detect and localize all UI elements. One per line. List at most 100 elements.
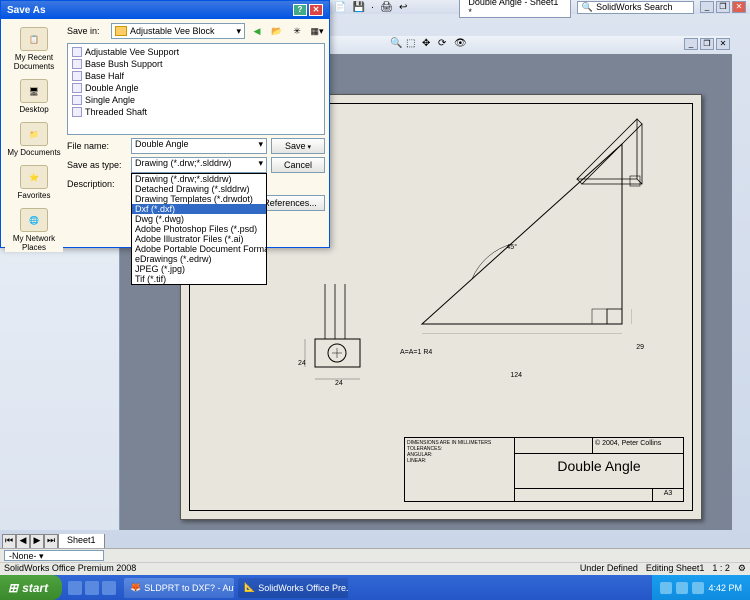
chevron-down-icon: ▾ [258, 139, 263, 150]
ql-icon[interactable] [68, 581, 82, 595]
dimension: 124 [510, 372, 522, 379]
file-icon [72, 71, 82, 81]
list-item[interactable]: Base Half [70, 70, 322, 82]
file-list[interactable]: Adjustable Vee Support Base Bush Support… [67, 43, 325, 135]
filename-input[interactable]: Double Angle▾ [131, 138, 267, 154]
save-in-value: Adjustable Vee Block [130, 26, 215, 36]
savetype-option[interactable]: Detached Drawing (*.slddrw) [132, 184, 266, 194]
close-button[interactable]: ✕ [732, 1, 746, 13]
dialog-title: Save As [7, 5, 46, 16]
search-input[interactable]: 🔍 SolidWorks Search [577, 1, 694, 14]
documents-icon: 📁 [20, 122, 48, 146]
dialog-titlebar[interactable]: Save As ? ✕ [1, 1, 329, 19]
doc-minimize-button[interactable]: _ [684, 38, 698, 50]
dialog-close-button[interactable]: ✕ [309, 4, 323, 16]
minimize-button[interactable]: _ [700, 1, 714, 13]
chevron-down-icon: ▾ [258, 158, 263, 169]
place-desktop[interactable]: 🖥Desktop [19, 79, 48, 114]
windows-logo-icon: ⊞ [8, 581, 18, 595]
savetype-option[interactable]: Adobe Illustrator Files (*.ai) [132, 234, 266, 244]
toolbar-sep: · [371, 2, 374, 13]
place-mydocs[interactable]: 📁My Documents [7, 122, 60, 157]
pan-icon[interactable]: ✥ [422, 38, 434, 50]
toolbar-icon[interactable]: 📄 [334, 2, 346, 13]
maximize-button[interactable]: ❐ [716, 1, 730, 13]
savetype-option[interactable]: eDrawings (*.edrw) [132, 254, 266, 264]
status-icon[interactable]: ⚙ [738, 563, 746, 575]
file-icon [72, 59, 82, 69]
back-button[interactable]: ◀ [249, 23, 265, 39]
recent-icon: 📋 [20, 27, 48, 51]
drawing-view-detail [290, 284, 390, 394]
document-tab[interactable]: Double Angle - Sheet1 * [459, 0, 571, 18]
savetype-label: Save as type: [67, 160, 127, 170]
search-placeholder: SolidWorks Search [596, 2, 672, 12]
save-as-dialog: Save As ? ✕ 📋My Recent Documents 🖥Deskto… [0, 0, 330, 248]
place-network[interactable]: 🌐My Network Places [5, 208, 63, 252]
save-in-combo[interactable]: Adjustable Vee Block ▾ [111, 23, 245, 39]
status-bar-1: -None- ▾ [0, 548, 750, 562]
place-favorites[interactable]: ⭐Favorites [18, 165, 51, 200]
list-item[interactable]: Base Bush Support [70, 58, 322, 70]
new-folder-button[interactable]: ✳ [289, 23, 305, 39]
ql-icon[interactable] [102, 581, 116, 595]
status-editing: Editing Sheet1 [646, 563, 705, 575]
dimension: 29 [636, 344, 644, 351]
up-button[interactable]: 📂 [269, 23, 285, 39]
savetype-dropdown: Drawing (*.drw;*.slddrw)Detached Drawing… [131, 173, 267, 285]
savetype-option[interactable]: Dxf (*.dxf) [132, 204, 266, 214]
toolbar-icon[interactable]: 🖨 [380, 2, 393, 13]
view-toolbar: 🔍 ⬚ ✥ ⟳ 👁 _ ❐ ✕ [330, 36, 730, 52]
savetype-option[interactable]: JPEG (*.jpg) [132, 264, 266, 274]
toolbar-icon[interactable]: ↩ [399, 2, 407, 13]
dimension: 24 [298, 360, 306, 367]
doc-maximize-button[interactable]: ❐ [700, 38, 714, 50]
status-scale: 1 : 2 [712, 563, 730, 575]
zoom-area-icon[interactable]: ⬚ [406, 38, 418, 50]
clock[interactable]: 4:42 PM [708, 583, 742, 593]
savetype-option[interactable]: Drawing Templates (*.drwdot) [132, 194, 266, 204]
tray-icon[interactable] [660, 582, 672, 594]
doc-close-button[interactable]: ✕ [716, 38, 730, 50]
list-item[interactable]: Adjustable Vee Support [70, 46, 322, 58]
ql-icon[interactable] [85, 581, 99, 595]
tray-icon[interactable] [692, 582, 704, 594]
system-tray: 4:42 PM [652, 575, 750, 600]
save-button[interactable]: Save [271, 138, 325, 154]
status-bar-2: SolidWorks Office Premium 2008 Under Def… [0, 562, 750, 575]
toolbar-icon[interactable]: 💾 [352, 2, 364, 13]
file-icon [72, 47, 82, 57]
network-icon: 🌐 [20, 208, 48, 232]
title-block-notes: DIMENSIONS ARE IN MILLIMETERSTOLERANCES:… [405, 438, 515, 501]
desktop-icon: 🖥 [20, 79, 48, 103]
chevron-down-icon: ▾ [236, 26, 241, 37]
savetype-option[interactable]: Adobe Portable Document Format (*.pdf) [132, 244, 266, 254]
title-block: DIMENSIONS ARE IN MILLIMETERSTOLERANCES:… [404, 437, 684, 502]
app-name-label: SolidWorks Office Premium 2008 [4, 563, 136, 575]
list-item[interactable]: Threaded Shaft [70, 106, 322, 118]
taskbar-item[interactable]: 🦊 SLDPRT to DXF? - Aut... [124, 578, 234, 598]
views-button[interactable]: ▦▾ [309, 23, 325, 39]
list-item[interactable]: Double Angle [70, 82, 322, 94]
layer-combo[interactable]: -None- ▾ [4, 550, 104, 561]
dimension: 24 [335, 380, 343, 387]
start-button[interactable]: ⊞ start [0, 575, 62, 600]
savetype-option[interactable]: Tif (*.tif) [132, 274, 266, 284]
savetype-option[interactable]: Adobe Photoshop Files (*.psd) [132, 224, 266, 234]
list-item[interactable]: Single Angle [70, 94, 322, 106]
place-recent[interactable]: 📋My Recent Documents [5, 27, 63, 71]
zoom-fit-icon[interactable]: 🔍 [390, 38, 402, 50]
places-bar: 📋My Recent Documents 🖥Desktop 📁My Docume… [5, 23, 63, 252]
taskbar-item[interactable]: 📐 SolidWorks Office Pre... [238, 578, 348, 598]
quick-launch [62, 581, 122, 595]
filename-label: File name: [67, 141, 127, 151]
rotate-icon[interactable]: ⟳ [438, 38, 450, 50]
savetype-option[interactable]: Drawing (*.drw;*.slddrw) [132, 174, 266, 184]
dialog-help-button[interactable]: ? [293, 4, 307, 16]
status-defined: Under Defined [580, 563, 638, 575]
view-icon[interactable]: 👁 [454, 38, 466, 50]
cancel-button[interactable]: Cancel [271, 157, 325, 173]
tray-icon[interactable] [676, 582, 688, 594]
savetype-option[interactable]: Dwg (*.dwg) [132, 214, 266, 224]
savetype-combo[interactable]: Drawing (*.drw;*.slddrw)▾ Drawing (*.drw… [131, 157, 267, 173]
